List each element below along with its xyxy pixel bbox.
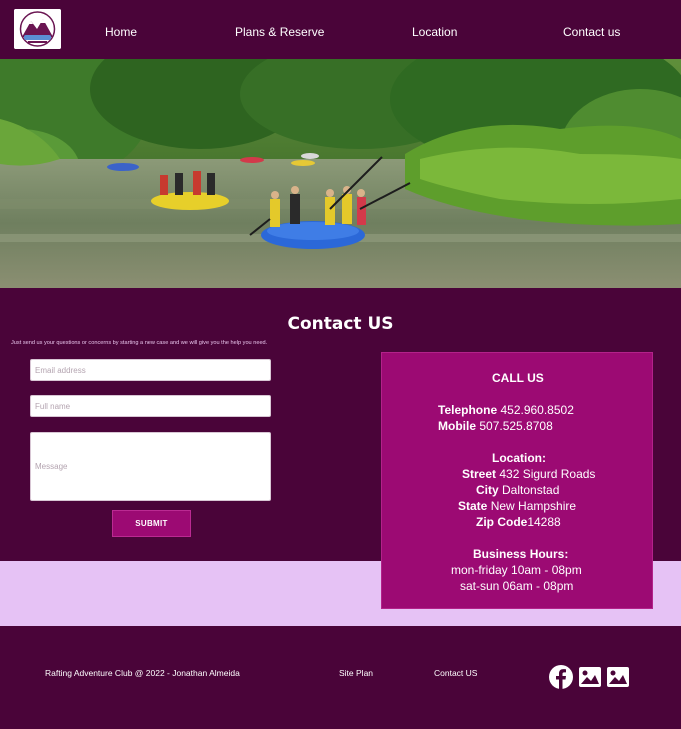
zip-label: Zip Code [476,515,528,529]
telephone-line: Telephone 452.960.8502 [438,403,574,417]
rafting-club-logo-icon[interactable] [14,9,61,49]
state-value: New Hampshire [490,499,577,513]
call-us-box: CALL US Telephone 452.960.8502 Mobile 50… [381,352,653,609]
city-label: City [476,483,499,497]
mobile-label: Mobile [438,419,476,433]
mobile-line: Mobile 507.525.8708 [438,419,553,433]
footer: Rafting Adventure Club @ 2022 - Jonathan… [0,626,681,729]
call-us-heading: CALL US [492,371,544,385]
zip-value: 14288 [527,515,561,529]
street-value: 432 Sigurd Roads [499,467,596,481]
nav-link-contact-us[interactable]: Contact us [563,25,620,39]
message-field[interactable] [30,432,271,501]
river-rafting-photo [0,59,681,288]
telephone-label: Telephone [438,403,498,417]
contact-section: Contact US Just send us your questions o… [0,288,681,609]
facebook-icon[interactable] [548,664,574,690]
copyright-text: Rafting Adventure Club @ 2022 - Jonathan… [45,668,240,678]
image-icon[interactable] [577,664,603,690]
mobile-value: 507.525.8708 [479,419,553,433]
nav-link-location[interactable]: Location [412,25,457,39]
full-name-field[interactable] [30,395,271,417]
street-label: Street [462,467,497,481]
city-line: City Daltonstad [476,483,559,497]
weekday-hours: mon-friday 10am - 08pm [451,563,582,577]
state-label: State [458,499,488,513]
footer-link-site-plan[interactable]: Site Plan [339,668,373,678]
nav-link-plans-reserve[interactable]: Plans & Reserve [235,25,324,39]
nav-link-home[interactable]: Home [105,25,137,39]
state-line: State New Hampshire [458,499,576,513]
email-field[interactable] [30,359,271,381]
contact-title: Contact US [287,314,394,334]
footer-link-contact-us[interactable]: Contact US [434,668,477,678]
weekend-hours: sat-sun 06am - 08pm [460,579,574,593]
image-icon[interactable] [605,664,631,690]
zip-line: Zip Code14288 [476,515,561,529]
submit-button[interactable]: SUBMIT [112,510,191,537]
location-heading: Location: [492,451,546,465]
street-line: Street 432 Sigurd Roads [462,467,595,481]
hours-heading: Business Hours: [473,547,569,561]
contact-intro-text: Just send us your questions or concerns … [11,340,268,346]
top-navbar: Home Plans & Reserve Location Contact us [0,0,681,59]
city-value: Daltonstad [502,483,560,497]
telephone-value: 452.960.8502 [500,403,574,417]
